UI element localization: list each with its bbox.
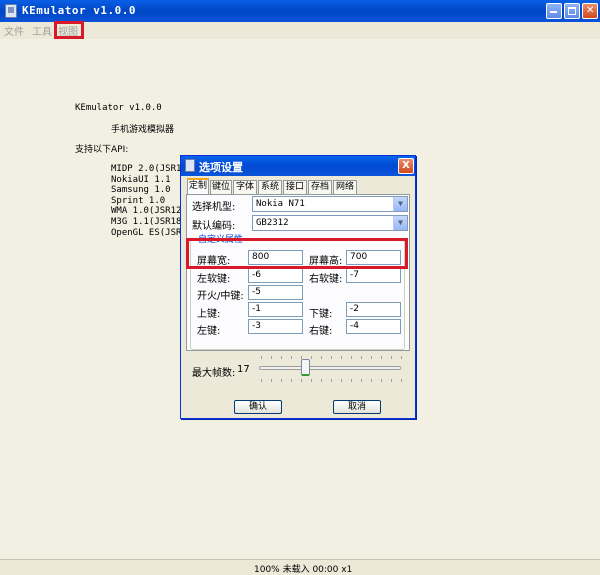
dialog-close-button[interactable]: X	[398, 158, 414, 174]
screen-size-highlight-box	[186, 238, 408, 269]
up-key-field[interactable]: -1	[248, 302, 303, 317]
encoding-value: GB2312	[256, 218, 289, 228]
slider-tick	[331, 379, 332, 382]
down-key-field[interactable]: -2	[346, 302, 401, 317]
main-titlebar: KEmulator v1.0.0 ✕	[0, 0, 600, 22]
slider-tick	[371, 379, 372, 382]
left-soft-key-field[interactable]: -6	[248, 268, 303, 283]
encoding-select[interactable]: GB2312 ▼	[252, 215, 408, 231]
tab-save[interactable]: 存档	[308, 180, 332, 194]
fps-label: 最大帧数:	[192, 368, 236, 379]
right-soft-key-field[interactable]: -7	[346, 268, 401, 283]
slider-tick	[351, 379, 352, 382]
slider-tick	[361, 379, 362, 382]
fps-slider-track[interactable]	[259, 366, 401, 370]
right-key-label: 右键:	[309, 326, 333, 337]
subtitle-text: 手机游戏模拟器	[111, 125, 175, 135]
fire-key-label: 开火/中键:	[197, 291, 244, 302]
fire-key-field[interactable]: -5	[248, 285, 303, 300]
tab-interface[interactable]: 接口	[283, 180, 307, 194]
slider-tick	[261, 379, 262, 382]
left-key-field[interactable]: -3	[248, 319, 303, 334]
fps-slider-thumb[interactable]	[301, 359, 310, 376]
minimize-icon	[550, 11, 557, 13]
cancel-button[interactable]: 取消	[333, 400, 381, 414]
slider-tick	[391, 379, 392, 382]
slider-tick	[301, 379, 302, 382]
left-soft-key-label: 左软键:	[197, 274, 231, 285]
tab-network[interactable]: 网络	[333, 180, 357, 194]
slider-tick	[271, 379, 272, 382]
slider-tick	[351, 356, 352, 359]
ok-button[interactable]: 确认	[234, 400, 282, 414]
menu-highlight-box	[54, 21, 84, 39]
slider-tick	[341, 379, 342, 382]
slider-tick	[321, 356, 322, 359]
right-key-field[interactable]: -4	[346, 319, 401, 334]
chevron-down-icon[interactable]: ▼	[393, 197, 407, 211]
slider-tick	[311, 356, 312, 359]
close-button[interactable]: ✕	[582, 3, 598, 19]
minimize-button[interactable]	[546, 3, 562, 19]
tab-custom[interactable]: 定制	[187, 178, 209, 195]
api-heading: 支持以下API:	[75, 145, 129, 155]
slider-tick	[341, 356, 342, 359]
slider-tick	[291, 379, 292, 382]
slider-tick	[261, 356, 262, 359]
slider-tick	[381, 356, 382, 359]
close-icon: ✕	[586, 5, 595, 16]
right-soft-key-label: 右软键:	[309, 274, 343, 285]
menubar: 文件 工具 视图	[0, 22, 600, 38]
slider-tick	[361, 356, 362, 359]
tab-font[interactable]: 字体	[233, 180, 257, 194]
chevron-down-icon[interactable]: ▼	[393, 216, 407, 230]
dialog-title: 选项设置	[199, 161, 243, 174]
slider-tick	[311, 379, 312, 382]
encoding-label: 默认编码:	[192, 221, 236, 232]
left-key-label: 左键:	[197, 326, 221, 337]
tab-keys[interactable]: 键位	[210, 180, 232, 194]
slider-tick	[271, 356, 272, 359]
maximize-icon	[568, 7, 576, 15]
slider-tick	[401, 356, 402, 359]
slider-tick	[401, 379, 402, 382]
slider-tick	[371, 356, 372, 359]
maximize-button[interactable]	[564, 3, 580, 19]
up-key-label: 上键:	[197, 309, 221, 320]
slider-tick	[321, 379, 322, 382]
window-title: KEmulator v1.0.0	[22, 4, 136, 17]
app-icon	[5, 4, 17, 18]
dialog-phone-icon	[185, 159, 195, 172]
model-select[interactable]: Nokia N71 ▼	[252, 196, 408, 212]
tab-system[interactable]: 系统	[258, 180, 282, 194]
statusbar: 100% 未载入 00:00 x1	[0, 559, 600, 575]
fps-value: 17	[237, 364, 250, 375]
menu-tools[interactable]: 工具	[32, 23, 52, 38]
slider-tick	[291, 356, 292, 359]
down-key-label: 下键:	[309, 309, 333, 320]
slider-tick	[381, 379, 382, 382]
slider-tick	[281, 379, 282, 382]
model-label: 选择机型:	[192, 202, 236, 213]
slider-tick	[281, 356, 282, 359]
dialog-titlebar[interactable]: 选项设置 X	[181, 156, 415, 176]
slider-tick	[391, 356, 392, 359]
menu-file[interactable]: 文件	[4, 23, 24, 38]
version-text: KEmulator v1.0.0	[75, 103, 162, 113]
status-text: 100% 未载入 00:00 x1	[254, 565, 353, 575]
model-value: Nokia N71	[256, 199, 305, 209]
slider-tick	[331, 356, 332, 359]
